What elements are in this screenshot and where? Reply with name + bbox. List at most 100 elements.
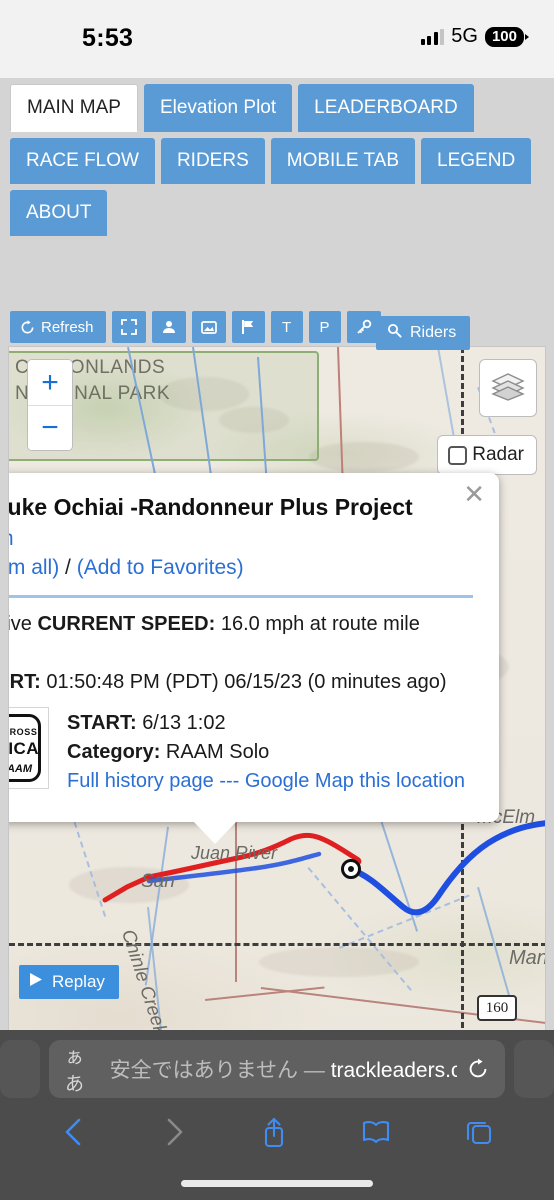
tab-mobile-tab[interactable]: MOBILE TAB bbox=[270, 138, 416, 184]
radar-label: Radar bbox=[472, 444, 524, 465]
map-label-mancos: Man bbox=[509, 947, 546, 969]
popup-divider bbox=[9, 595, 473, 599]
link-separator: --- bbox=[219, 770, 240, 793]
network-type-label: 5G bbox=[451, 25, 478, 47]
replay-label: Replay bbox=[52, 972, 105, 991]
tab-bar: MAIN MAP Elevation Plot LEADERBOARD RACE… bbox=[0, 78, 554, 236]
prev-tab-peek[interactable] bbox=[0, 1040, 40, 1098]
popup-title: - Yusuke Ochiai -Randonneur Plus Project… bbox=[8, 493, 473, 553]
chevron-left-icon[interactable] bbox=[61, 1117, 87, 1152]
popup-links: / (Zoom all) / (Add to Favorites) bbox=[9, 554, 473, 582]
refresh-icon bbox=[20, 319, 35, 335]
layers-icon bbox=[491, 371, 525, 406]
current-position-dot[interactable] bbox=[341, 859, 361, 879]
tab-about[interactable]: ABOUT bbox=[10, 190, 108, 236]
flag-icon bbox=[241, 319, 256, 335]
popup-body: E ACROSS ERICA RAAM bbox=[8, 707, 473, 796]
start-label: START: bbox=[67, 712, 137, 735]
safari-chrome: ぁあ 安全ではありません — trackleaders.com bbox=[0, 1030, 554, 1200]
person-pin-icon bbox=[161, 319, 177, 335]
cellular-bars-icon bbox=[420, 28, 445, 45]
radar-toggle[interactable]: Radar bbox=[437, 435, 537, 475]
home-indicator bbox=[181, 1180, 373, 1187]
url-row: ぁあ 安全ではありません — trackleaders.com bbox=[0, 1040, 554, 1098]
key-icon bbox=[356, 319, 372, 335]
p-button[interactable]: P bbox=[308, 311, 341, 343]
map-label-juan-river: Juan River bbox=[191, 843, 278, 863]
report-label: REPORT: bbox=[9, 671, 41, 694]
tabs-icon[interactable] bbox=[465, 1118, 493, 1151]
person-pin-button[interactable] bbox=[151, 311, 186, 343]
google-map-link[interactable]: Google Map this location bbox=[245, 770, 465, 792]
tab-legend[interactable]: LEGEND bbox=[421, 138, 532, 184]
radar-checkbox[interactable] bbox=[448, 445, 468, 465]
speed-label: CURRENT SPEED: bbox=[37, 613, 216, 636]
raam-logo-line2: ERICA bbox=[8, 739, 39, 759]
rider-popup: ✕ - Yusuke Ochiai -Randonneur Plus Proje… bbox=[8, 473, 499, 823]
reload-icon[interactable] bbox=[467, 1058, 489, 1080]
zoom-all-link[interactable]: (Zoom all) bbox=[9, 556, 59, 579]
raam-logo-line3: RAAM bbox=[9, 763, 32, 776]
tab-riders[interactable]: RIDERS bbox=[160, 138, 265, 184]
play-icon bbox=[29, 972, 43, 992]
zoom-out-button[interactable]: − bbox=[28, 405, 72, 450]
book-icon[interactable] bbox=[361, 1119, 391, 1150]
chevron-right-icon bbox=[161, 1117, 187, 1152]
fullscreen-button[interactable] bbox=[111, 311, 146, 343]
rider-name: - Yusuke Ochiai -Randonneur Plus Project bbox=[8, 494, 413, 520]
address-bar[interactable]: ぁあ 安全ではありません — trackleaders.com bbox=[49, 1040, 505, 1098]
category-value: RAAM Solo bbox=[165, 741, 270, 764]
ios-status-bar: 5:53 5G 100 bbox=[0, 0, 554, 78]
tab-main-map[interactable]: MAIN MAP bbox=[10, 84, 138, 132]
tab-elevation-plot[interactable]: Elevation Plot bbox=[143, 84, 293, 132]
status-time: 5:53 bbox=[82, 24, 134, 52]
flag-button[interactable] bbox=[231, 311, 265, 343]
popup-action-links: Full history page --- Google Map this lo… bbox=[67, 767, 473, 796]
add-to-favorites-link[interactable]: (Add to Favorites) bbox=[77, 556, 244, 579]
refresh-label: Refresh bbox=[41, 318, 94, 336]
link-sep-2: / bbox=[65, 555, 71, 579]
photo-icon bbox=[200, 320, 217, 335]
url-text: 安全ではありません — trackleaders.com bbox=[110, 1054, 457, 1084]
tab-race-flow[interactable]: RACE FLOW bbox=[10, 138, 155, 184]
full-history-link[interactable]: Full history page bbox=[67, 770, 214, 792]
close-icon[interactable]: ✕ bbox=[463, 481, 485, 507]
text-size-icon[interactable]: ぁあ bbox=[65, 1042, 100, 1096]
refresh-button[interactable]: Refresh bbox=[10, 311, 106, 343]
web-page-viewport: MAIN MAP Elevation Plot LEADERBOARD RACE… bbox=[0, 78, 554, 1030]
route-shield-160: 160 bbox=[477, 995, 517, 1021]
raam-logo-line1: E ACROSS bbox=[9, 727, 38, 738]
next-tab-peek[interactable] bbox=[514, 1040, 554, 1098]
share-icon[interactable] bbox=[261, 1116, 287, 1153]
battery-full-icon: 100 bbox=[484, 26, 524, 47]
tab-leaderboard[interactable]: LEADERBOARD bbox=[298, 84, 474, 132]
leaflet-map[interactable]: CANYONLANDS NATIONAL PARK bbox=[8, 346, 546, 1030]
t-button[interactable]: T bbox=[270, 311, 303, 343]
start-value: 6/13 1:02 bbox=[142, 712, 226, 735]
search-icon bbox=[387, 323, 402, 343]
raam-logo: E ACROSS ERICA RAAM bbox=[8, 707, 49, 790]
fullscreen-icon bbox=[120, 319, 137, 335]
zoom-link[interactable]: (Zoom bbox=[9, 527, 14, 550]
status-right-cluster: 5G 100 bbox=[420, 25, 524, 48]
security-warning: 安全ではありません bbox=[109, 1059, 299, 1082]
popup-report-line: REPORT: 01:50:48 PM (PDT) 06/15/23 (0 mi… bbox=[9, 668, 473, 697]
zoom-controls: + − bbox=[27, 359, 73, 451]
url-dash: — bbox=[303, 1059, 325, 1082]
riders-label: Riders bbox=[410, 324, 457, 341]
map-toolbar: Refresh T P bbox=[10, 311, 381, 343]
popup-start-line: START: 6/13 1:02 bbox=[67, 709, 473, 738]
popup-details: START: 6/13 1:02 Category: RAAM Solo Ful… bbox=[67, 707, 473, 796]
category-label: Category: bbox=[67, 741, 161, 764]
popup-category-line: Category: RAAM Solo bbox=[67, 738, 473, 767]
report-value: 01:50:48 PM (PDT) 06/15/23 (0 minutes ag… bbox=[46, 671, 447, 694]
replay-button[interactable]: Replay bbox=[19, 965, 119, 999]
zoom-in-button[interactable]: + bbox=[28, 360, 72, 405]
riders-search-button[interactable]: Riders bbox=[376, 316, 471, 350]
status-value: Active bbox=[8, 613, 32, 636]
url-domain: trackleaders.com bbox=[330, 1059, 457, 1082]
photo-button[interactable] bbox=[191, 311, 226, 343]
layers-button[interactable] bbox=[479, 359, 537, 417]
browser-nav-bar bbox=[0, 1108, 554, 1160]
map-label-san: San bbox=[141, 871, 175, 892]
